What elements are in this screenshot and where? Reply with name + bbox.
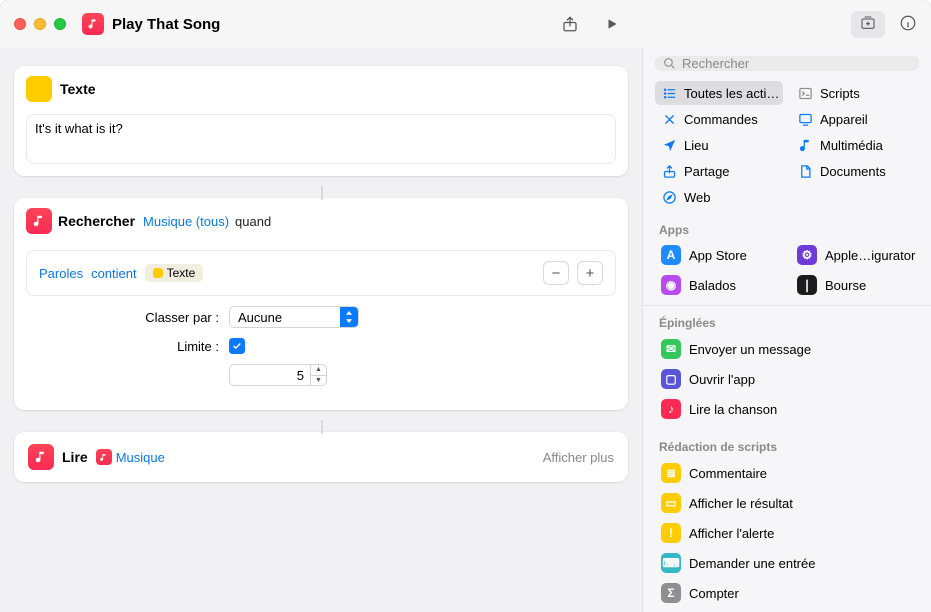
minimize-window-button[interactable]	[34, 18, 46, 30]
action-afficher-le-r-sultat[interactable]: ▭Afficher le résultat	[655, 488, 919, 518]
category-commandes[interactable]: Commandes	[655, 107, 783, 131]
action-icon: ♪	[661, 399, 681, 419]
category-icon	[661, 137, 677, 153]
music-app-icon	[96, 449, 112, 465]
action-commentaire[interactable]: ≣Commentaire	[655, 458, 919, 488]
play-target-token[interactable]: Musique	[96, 449, 165, 465]
apps-header: Apps	[643, 215, 931, 241]
app-balados[interactable]: ◉Balados	[655, 271, 783, 299]
filter-op-token[interactable]: contient	[91, 266, 137, 281]
category-icon	[661, 163, 677, 179]
action-text-block[interactable]: Texte It's it what is it?	[14, 66, 628, 176]
add-filter-button[interactable]: +	[577, 261, 603, 285]
category-icon	[661, 85, 677, 101]
action-icon: ⌨	[661, 553, 681, 573]
limit-checkbox[interactable]	[229, 338, 245, 354]
search-input[interactable]: Rechercher	[655, 56, 919, 71]
find-subject-token[interactable]: Musique (tous)	[143, 214, 229, 229]
action-envoyer-un-message[interactable]: ✉Envoyer un message	[655, 334, 919, 364]
action-play-block[interactable]: Lire Musique Afficher plus	[14, 432, 628, 482]
titlebar: Play That Song	[0, 0, 931, 48]
app-app-store[interactable]: AApp Store	[655, 241, 783, 269]
search-icon	[663, 57, 676, 70]
workflow-editor: Texte It's it what is it? Rechercher Mus…	[0, 48, 643, 612]
pinned-header: Épinglées	[643, 305, 931, 334]
category-icon	[797, 111, 813, 127]
music-icon	[28, 444, 54, 470]
app-icon: ⚙	[797, 245, 817, 265]
share-button[interactable]	[559, 14, 581, 34]
info-button[interactable]	[899, 14, 917, 35]
zoom-window-button[interactable]	[54, 18, 66, 30]
action-icon: Σ	[661, 583, 681, 603]
category-lieu[interactable]: Lieu	[655, 133, 783, 157]
limit-stepper[interactable]: ▲ ▼	[310, 364, 326, 386]
actions-library-sidebar: Rechercher Toutes les acti… Scripts Comman…	[643, 48, 931, 612]
library-toggle-button[interactable]	[851, 11, 885, 38]
action-find-music-block[interactable]: Rechercher Musique (tous) quand Paroles …	[14, 198, 628, 410]
filter-field-token[interactable]: Paroles	[39, 266, 83, 281]
action-lire-la-chanson[interactable]: ♪Lire la chanson	[655, 394, 919, 424]
category-multim-dia[interactable]: Multimédia	[791, 133, 919, 157]
text-icon	[26, 76, 52, 102]
category-icon	[797, 137, 813, 153]
category-icon	[797, 85, 813, 101]
chevron-up-icon[interactable]: ▲	[311, 364, 326, 376]
close-window-button[interactable]	[14, 18, 26, 30]
play-verb: Lire	[62, 449, 88, 465]
category-web[interactable]: Web	[655, 185, 783, 209]
window-title: Play That Song	[112, 16, 220, 33]
action-icon: ✉	[661, 339, 681, 359]
remove-filter-button[interactable]: −	[543, 261, 569, 285]
action-ouvrir-l-app[interactable]: ▢Ouvrir l'app	[655, 364, 919, 394]
app-icon: ◉	[661, 275, 681, 295]
category-icon	[797, 163, 813, 179]
action-compter[interactable]: ΣCompter	[655, 578, 919, 608]
action-icon: ▭	[661, 493, 681, 513]
category-icon	[661, 111, 677, 127]
category-partage[interactable]: Partage	[655, 159, 783, 183]
category-scripts[interactable]: Scripts	[791, 81, 919, 105]
filter-value-chip[interactable]: Texte	[145, 264, 204, 282]
app-bourse[interactable]: ❘Bourse	[791, 271, 919, 299]
text-chip-icon	[153, 268, 163, 278]
show-more-button[interactable]: Afficher plus	[543, 450, 614, 465]
app-icon: ❘	[797, 275, 817, 295]
window-controls	[14, 18, 66, 30]
text-block-input[interactable]: It's it what is it?	[26, 114, 616, 164]
find-when: quand	[235, 214, 271, 229]
action-icon: !	[661, 523, 681, 543]
scripts-header: Rédaction de scripts	[643, 432, 931, 458]
music-icon	[26, 208, 52, 234]
flow-connector	[14, 422, 628, 432]
action-afficher-l-alerte[interactable]: !Afficher l'alerte	[655, 518, 919, 548]
sort-by-label: Classer par :	[124, 310, 219, 325]
action-demander-une-entr-e[interactable]: ⌨Demander une entrée	[655, 548, 919, 578]
app-icon: A	[661, 245, 681, 265]
action-icon: ≣	[661, 463, 681, 483]
run-button[interactable]	[601, 14, 623, 34]
category-appareil[interactable]: Appareil	[791, 107, 919, 131]
limit-value-input[interactable]: 5 ▲ ▼	[229, 364, 327, 386]
find-verb: Rechercher	[58, 213, 135, 229]
sort-by-select[interactable]: Aucune	[229, 306, 359, 328]
category-icon	[661, 189, 677, 205]
flow-connector	[14, 188, 628, 198]
action-icon: ▢	[661, 369, 681, 389]
action-choisir-dans-le-menu[interactable]: ≡Choisir dans le menu	[655, 608, 919, 612]
chevron-up-down-icon	[340, 306, 358, 328]
limit-label: Limite :	[124, 339, 219, 354]
category-documents[interactable]: Documents	[791, 159, 919, 183]
category-toutes-les-acti-[interactable]: Toutes les acti…	[655, 81, 783, 105]
text-block-title: Texte	[60, 81, 96, 97]
filter-row: Paroles contient Texte − +	[26, 250, 616, 296]
app-apple-igurator[interactable]: ⚙Apple…igurator	[791, 241, 919, 269]
shortcut-app-icon	[82, 13, 104, 35]
chevron-down-icon[interactable]: ▼	[311, 376, 326, 387]
